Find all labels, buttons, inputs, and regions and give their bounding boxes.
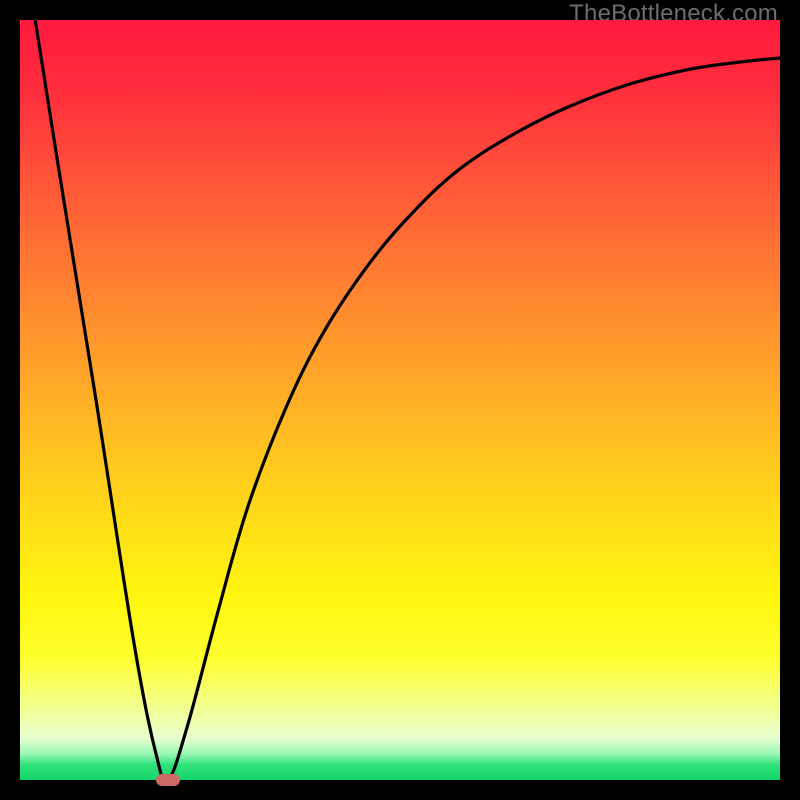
plot-area xyxy=(20,20,780,780)
chart-frame: TheBottleneck.com xyxy=(0,0,800,800)
optimum-marker xyxy=(156,774,180,786)
bottleneck-curve xyxy=(20,20,780,780)
